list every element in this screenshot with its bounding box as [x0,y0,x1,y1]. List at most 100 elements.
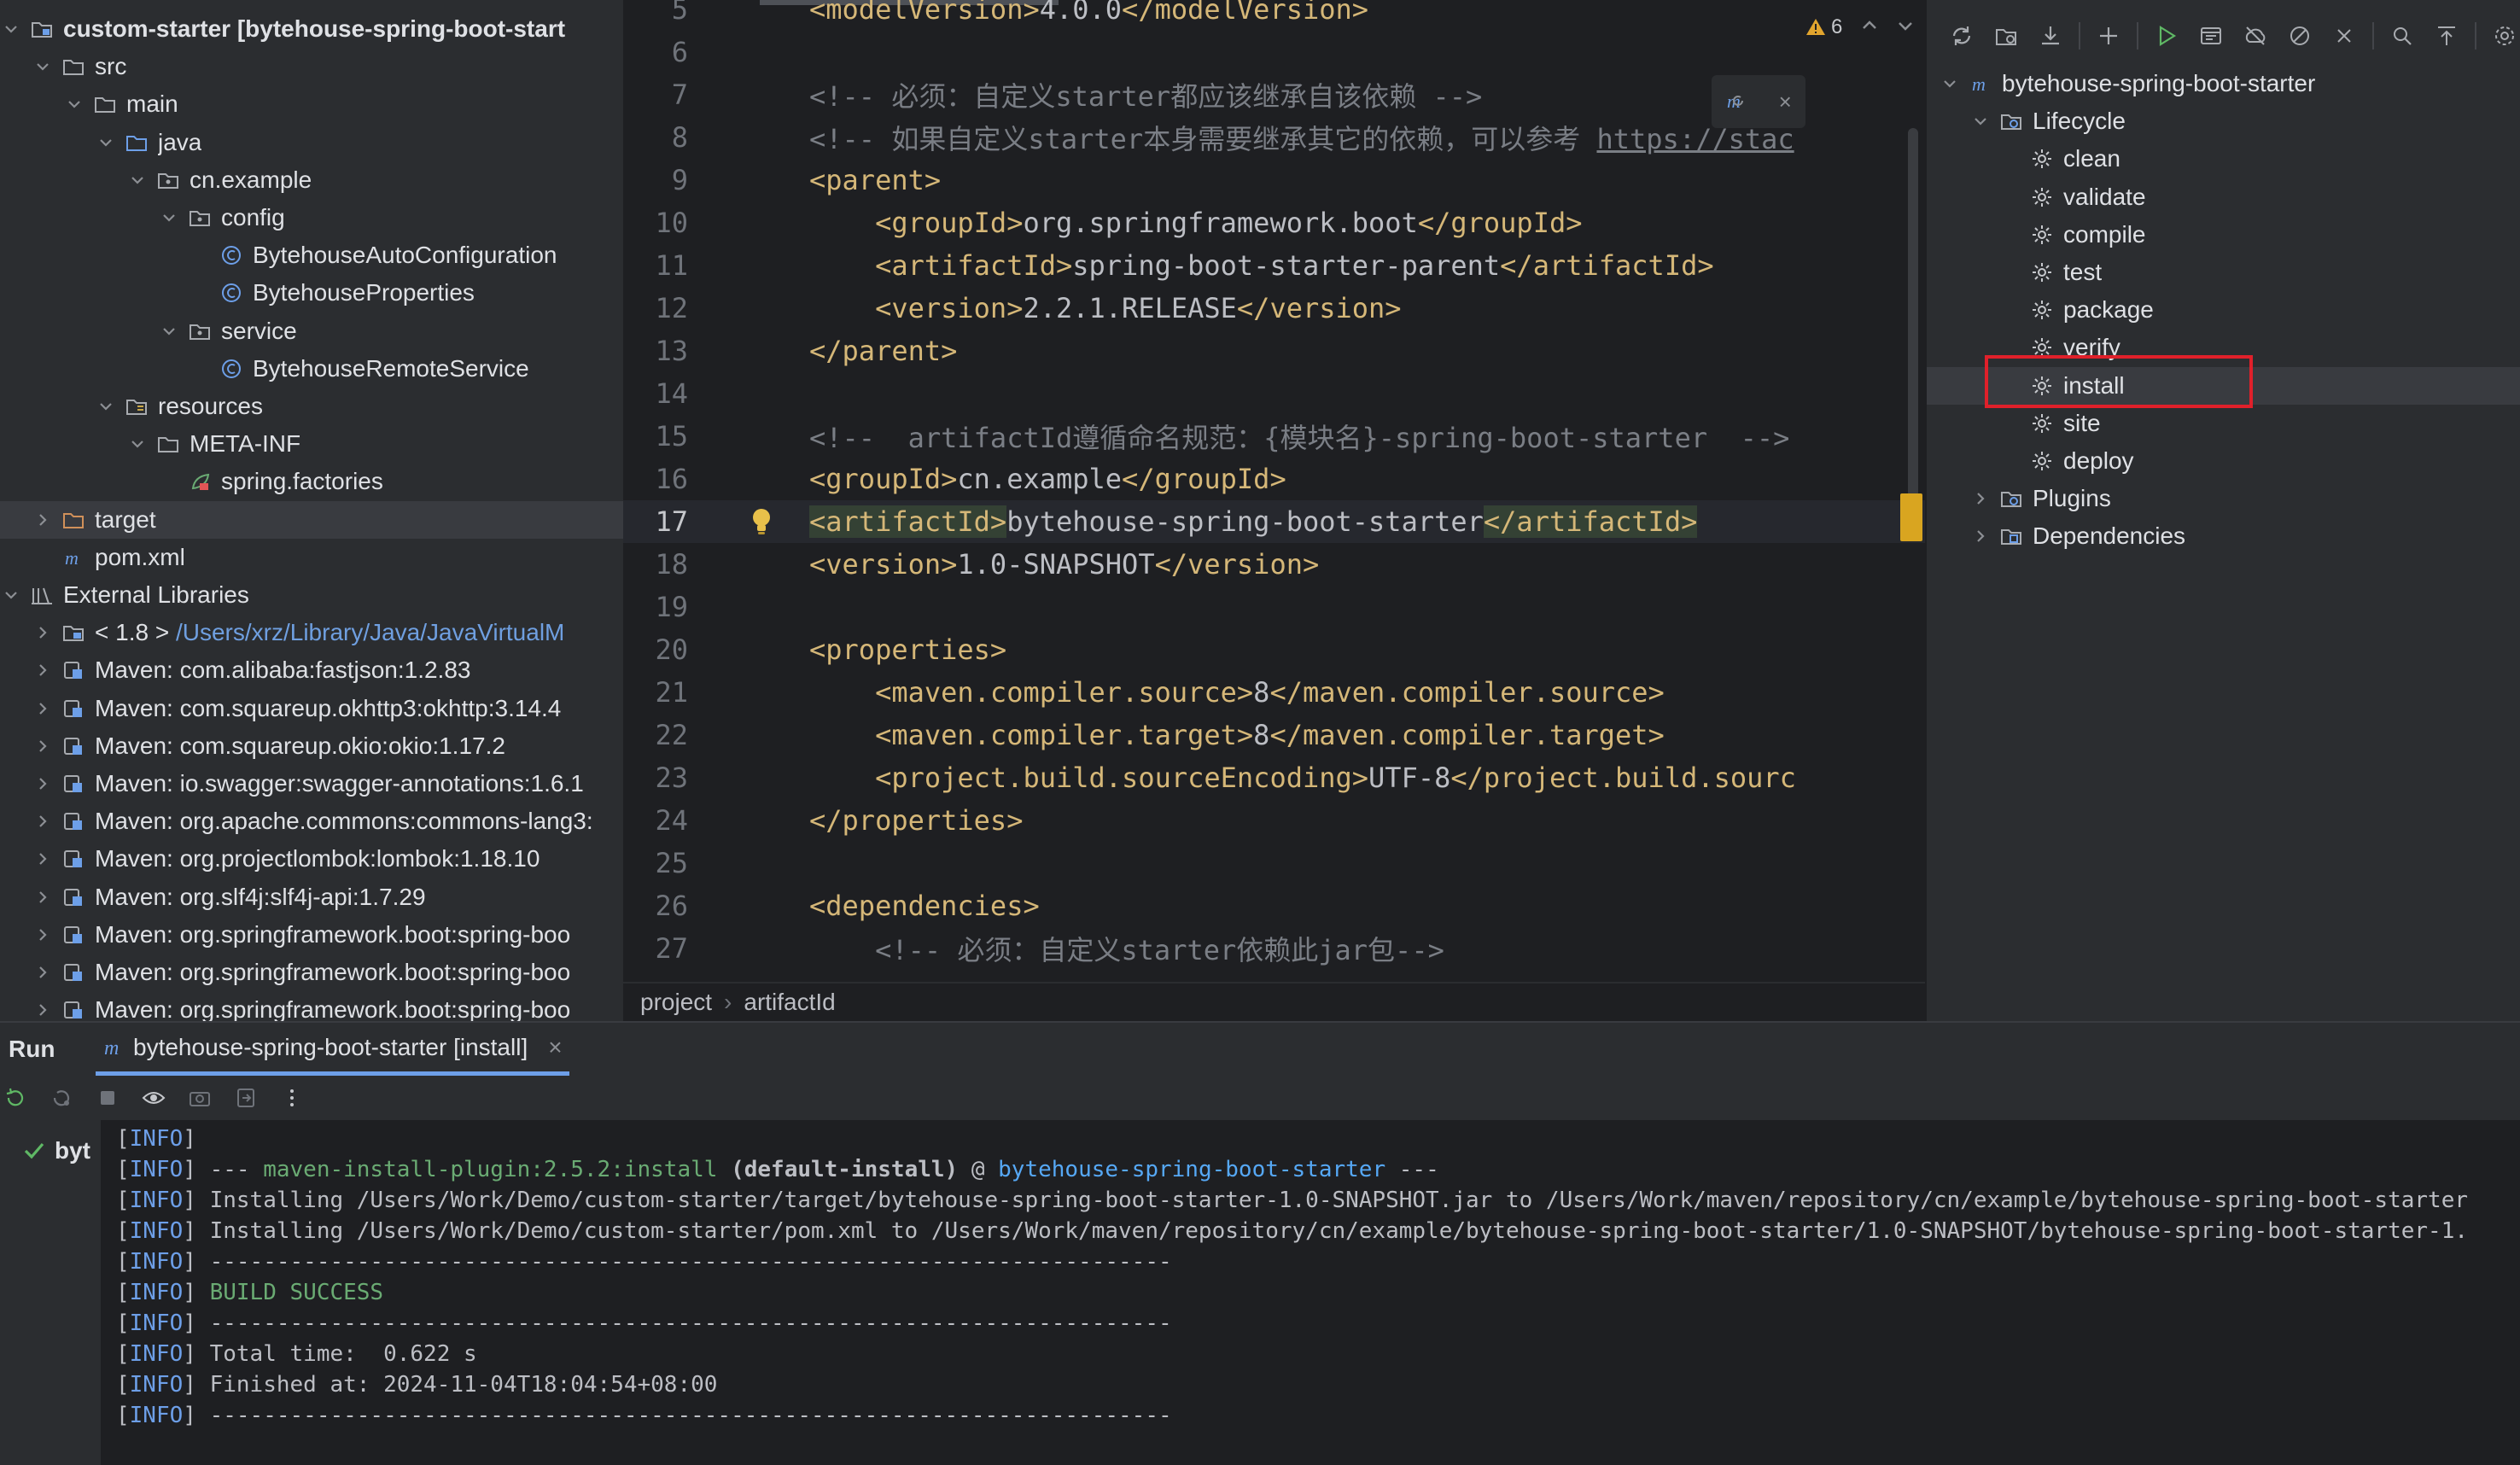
code-line[interactable]: 21 <maven.compiler.source>8</maven.compi… [623,671,1925,714]
code-line[interactable]: 27 <!-- 必须：自定义starter依赖此jar包--> [623,927,1925,970]
chevron-right-icon[interactable] [32,659,54,681]
export-log-icon[interactable] [232,1084,260,1112]
project-tree-item-main[interactable]: main [0,85,623,123]
reload-all-projects-icon[interactable] [1945,20,1978,52]
chevron-right-icon[interactable] [32,773,54,795]
previous-problem-icon[interactable] [1859,15,1880,36]
chevron-down-icon[interactable] [0,584,22,606]
run-configuration-tab[interactable]: m bytehouse-spring-boot-starter [install… [96,1023,569,1076]
maven-item-lifecycle[interactable]: Lifecycle [1927,102,2520,140]
chevron-right-icon[interactable] [32,810,54,832]
project-tree-item-custom-starter-bytehouse-spring-boot-start[interactable]: custom-starter [bytehouse-spring-boot-st… [0,10,623,48]
code-line[interactable]: 20 <properties> [623,628,1925,671]
maven-reload-popup[interactable]: m × [1712,75,1805,128]
rerun-failed-icon[interactable] [48,1084,75,1112]
chevron-right-icon[interactable] [1969,525,1992,547]
execute-maven-goal-icon[interactable] [2195,20,2227,52]
breadcrumb-item-project[interactable]: project [640,989,712,1016]
chevron-right-icon[interactable] [32,622,54,644]
maven-item-plugins[interactable]: Plugins [1927,480,2520,517]
code-text[interactable]: <!-- artifactId遵循命名规范：{模块名}-spring-boot-… [809,417,1789,456]
chevron-right-icon[interactable] [32,886,54,908]
chevron-right-icon[interactable] [32,961,54,983]
project-tree-item-maven-com-squareup-okhttp3-okhttp-3-14-4[interactable]: Maven: com.squareup.okhttp3:okhttp:3.14.… [0,690,623,727]
chevron-right-icon[interactable] [32,924,54,946]
code-text[interactable]: <!-- 如果自定义starter本身需要继承其它的依赖，可以参考 https:… [809,118,1794,157]
code-text[interactable]: <parent> [809,164,941,196]
maven-item-compile[interactable]: compile [1927,216,2520,254]
project-tree-item-meta-inf[interactable]: META-INF [0,425,623,463]
project-tree-item-spring-factories[interactable]: spring.factories [0,463,623,500]
code-line[interactable]: 6 [623,31,1925,73]
chevron-down-icon[interactable] [0,18,22,40]
project-tree-item-java[interactable]: java [0,124,623,161]
chevron-right-icon[interactable] [32,735,54,757]
maven-item-validate[interactable]: validate [1927,178,2520,216]
code-line[interactable]: 15 <!-- artifactId遵循命名规范：{模块名}-spring-boo… [623,415,1925,458]
code-line[interactable]: 17 <artifactId>bytehouse-spring-boot-star… [623,500,1925,543]
code-line[interactable]: 14 [623,372,1925,415]
maven-item-site[interactable]: site [1927,405,2520,442]
code-editor[interactable]: 5 <modelVersion>4.0.0</modelVersion> 6 7 <!-… [623,0,1925,982]
chevron-down-icon[interactable] [63,93,85,115]
chevron-down-icon[interactable] [126,169,149,191]
maven-item-dependencies[interactable]: Dependencies [1927,517,2520,555]
maven-item-deploy[interactable]: deploy [1927,442,2520,480]
code-line[interactable]: 19 [623,586,1925,628]
chevron-down-icon[interactable] [1939,73,1961,95]
code-line[interactable]: 25 [623,842,1925,884]
chevron-down-icon[interactable] [158,320,180,342]
chevron-down-icon[interactable] [32,55,54,78]
code-text[interactable]: <maven.compiler.target>8</maven.compiler… [809,719,1665,751]
project-tree-item-bytehouseremoteservice[interactable]: BytehouseRemoteService [0,350,623,388]
project-tree-item-target[interactable]: target [0,500,623,539]
more-options-icon[interactable] [278,1084,306,1112]
project-tree-item-maven-com-alibaba-fastjson-1-2-83[interactable]: Maven: com.alibaba:fastjson:1.2.83 [0,651,623,689]
console-output[interactable]: [INFO] [INFO] --- maven-install-plugin:2.… [116,1124,2520,1465]
project-tree-item-pom-xml[interactable]: m pom.xml [0,539,623,576]
maven-item-package[interactable]: package [1927,291,2520,329]
collapse-all-icon[interactable] [2430,20,2463,52]
screenshot-camera-icon[interactable] [186,1084,213,1112]
maven-item-clean[interactable]: clean [1927,140,2520,178]
chevron-right-icon[interactable] [32,697,54,720]
code-text[interactable]: <project.build.sourceEncoding>UTF-8</pro… [809,762,1796,794]
toggle-offline-mode-icon[interactable] [2239,20,2272,52]
project-tree-item-cn-example[interactable]: cn.example [0,161,623,199]
run-result-item[interactable]: byt [22,1137,90,1164]
chevron-right-icon[interactable] [32,509,54,531]
code-text[interactable]: <modelVersion>4.0.0</modelVersion> [809,0,1368,26]
code-line[interactable]: 9 <parent> [623,159,1925,201]
code-text[interactable]: <groupId>cn.example</groupId> [809,463,1286,495]
project-tree-item-service[interactable]: service [0,312,623,350]
chevron-right-icon[interactable] [32,999,54,1021]
code-line[interactable]: 10 <groupId>org.springframework.boot</gr… [623,201,1925,244]
stop-icon[interactable] [94,1084,121,1112]
chevron-down-icon[interactable] [158,207,180,229]
project-tree-item-bytehouseproperties[interactable]: BytehouseProperties [0,274,623,312]
code-line[interactable]: 23 <project.build.sourceEncoding>UTF-8</… [623,756,1925,799]
code-text[interactable]: <!-- 必须：自定义starter依赖此jar包--> [809,929,1444,968]
intention-bulb-icon[interactable] [750,507,773,536]
add-maven-project-icon[interactable] [2092,20,2125,52]
code-text[interactable]: <groupId>org.springframework.boot</group… [809,207,1582,239]
project-tree-item-bytehouseautoconfiguration[interactable]: BytehouseAutoConfiguration [0,236,623,274]
chevron-down-icon[interactable] [126,433,149,455]
code-text[interactable]: <maven.compiler.source>8</maven.compiler… [809,676,1665,709]
show-output-eye-icon[interactable] [140,1084,167,1112]
close-tab-icon[interactable]: × [548,1034,562,1061]
skip-tests-icon[interactable] [2284,20,2316,52]
code-line[interactable]: 22 <maven.compiler.target>8</maven.compi… [623,714,1925,756]
chevron-right-icon[interactable] [1969,487,1992,510]
show-dependencies-icon[interactable] [2386,20,2418,52]
code-text[interactable]: <artifactId>spring-boot-starter-parent</… [809,249,1714,282]
project-tree-item-maven-com-squareup-okio-okio-1-17-2[interactable]: Maven: com.squareup.okio:okio:1.17.2 [0,727,623,765]
close-popup-icon[interactable]: × [1779,89,1792,115]
chevron-right-icon[interactable] [32,848,54,870]
project-tree-item-maven-org-projectlombok-lombok-1-18-10[interactable]: Maven: org.projectlombok:lombok:1.18.10 [0,840,623,878]
project-tree-item-maven-org-springframework-boot-spring-boo[interactable]: Maven: org.springframework.boot:spring-b… [0,954,623,991]
code-text[interactable]: </parent> [809,335,957,367]
chevron-down-icon[interactable] [95,395,117,417]
rerun-icon[interactable] [2,1084,29,1112]
project-tree-item-maven-org-springframework-boot-spring-boo[interactable]: Maven: org.springframework.boot:spring-b… [0,991,623,1021]
